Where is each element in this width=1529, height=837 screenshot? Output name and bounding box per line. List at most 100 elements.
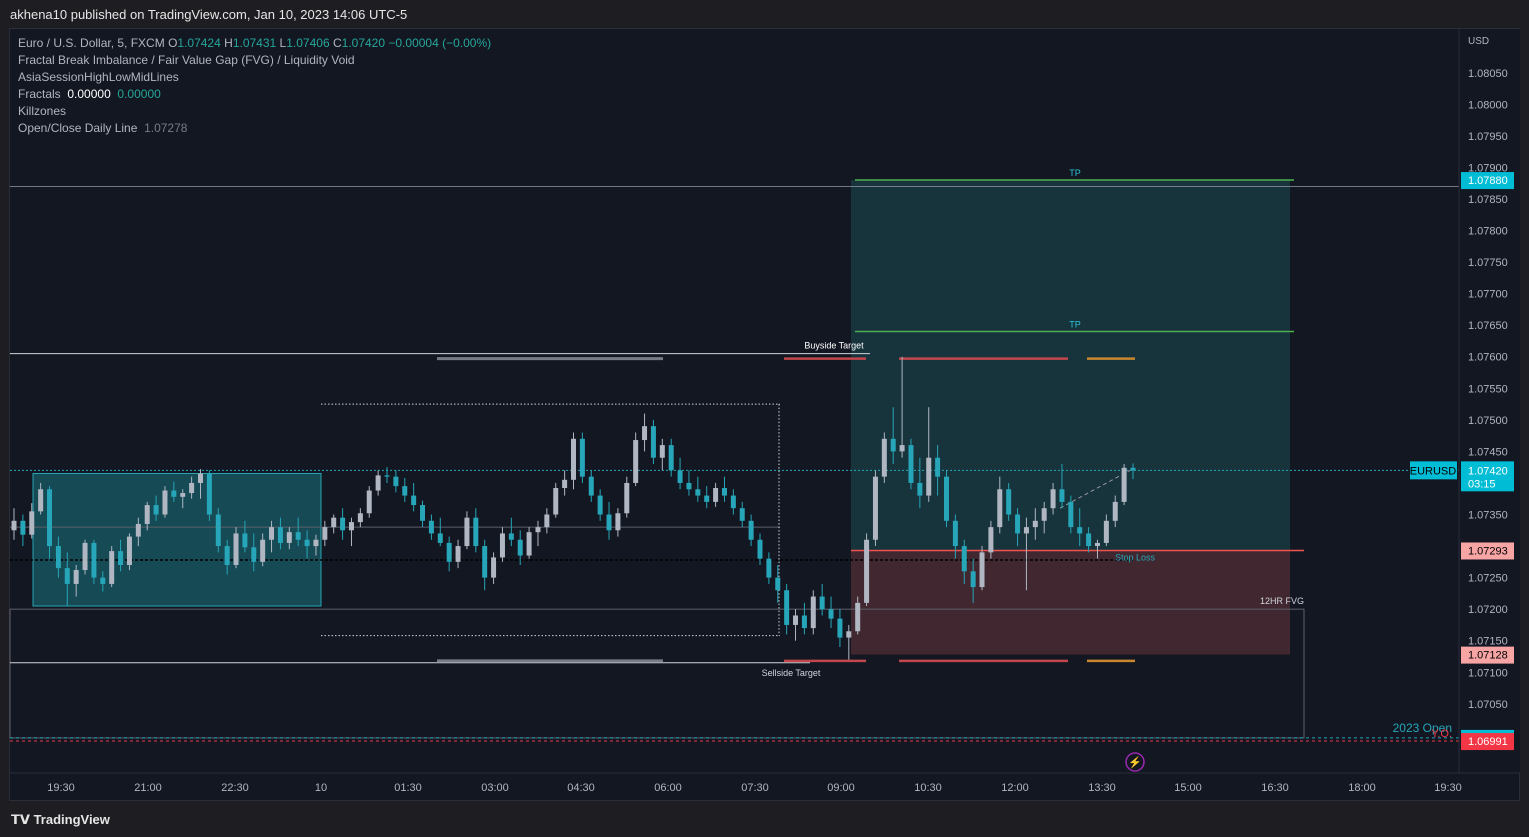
time-tick-label: 12:00 (1001, 782, 1029, 794)
candle-body (1041, 508, 1047, 521)
candle-body (286, 532, 292, 543)
time-tick-label: 21:00 (134, 782, 162, 794)
candle-body (562, 479, 568, 489)
indicator-row-daily-line[interactable]: Open/Close Daily Line 1.07278 (18, 120, 491, 137)
candle-body (295, 532, 301, 540)
candle-body (872, 476, 878, 540)
candle-body (411, 495, 417, 506)
candle-body (482, 546, 488, 578)
candle-body (579, 438, 585, 477)
candle-body (144, 505, 150, 524)
indicator-row-killzones[interactable]: Killzones (18, 103, 491, 120)
year-open-label: Y.O. (1431, 728, 1452, 740)
symbol-row: Euro / U.S. Dollar, 5, FXCM O1.07424 H1.… (18, 35, 491, 52)
candle-body (828, 609, 834, 619)
ohlc-high-label: H (224, 36, 233, 50)
candle-body (1103, 520, 1109, 543)
tradingview-logo[interactable]: 𝗧𝗩 TradingView (11, 812, 110, 828)
candle-body (313, 539, 319, 547)
candle-body (1023, 527, 1029, 534)
candle-body (659, 445, 665, 458)
candle-body (526, 532, 532, 556)
candle-body (917, 482, 923, 496)
candle-body (402, 486, 408, 496)
candle-body (473, 517, 479, 547)
candle-body (251, 547, 257, 562)
candle-body (242, 533, 248, 548)
candle-body (455, 546, 461, 562)
price-tag-label: 1.07128 (1468, 650, 1508, 662)
indicator-fvg-label: Fractal Break Imbalance / Fair Value Gap… (18, 53, 355, 67)
price-tick-label: 1.07250 (1468, 573, 1508, 585)
candle-body (153, 505, 159, 515)
time-tick-label: 06:00 (654, 782, 682, 794)
candle-body (650, 426, 656, 458)
candle-body (55, 546, 61, 569)
candle-body (1086, 533, 1092, 547)
price-tick-label: 1.07800 (1468, 226, 1508, 238)
price-tick-label: 1.07050 (1468, 699, 1508, 711)
candle-body (64, 568, 70, 584)
indicator-asia-label: AsiaSessionHighLowMidLines (18, 70, 179, 84)
candle-body (1077, 527, 1083, 534)
price-tick-label: 1.07700 (1468, 289, 1508, 301)
time-tick-label: 15:00 (1174, 782, 1202, 794)
candle-body (535, 527, 541, 533)
chart-legend: Euro / U.S. Dollar, 5, FXCM O1.07424 H1.… (18, 35, 491, 137)
candle-body (704, 495, 710, 502)
fvg-label: 12HR FVG (1260, 596, 1304, 606)
candle-body (997, 489, 1003, 528)
candle-body (846, 631, 852, 638)
candle-body (420, 505, 426, 521)
footer: 𝗧𝗩 TradingView (0, 801, 1529, 837)
candle-body (952, 520, 958, 547)
candle-body (135, 523, 141, 537)
tp-upper-label: TP (1069, 168, 1081, 178)
ohlc-open-label: O (168, 36, 178, 50)
symbol-title[interactable]: Euro / U.S. Dollar, 5, FXCM (18, 36, 165, 50)
candle-body (1094, 542, 1100, 547)
indicator-row-fvg[interactable]: Fractal Break Imbalance / Fair Value Gap… (18, 52, 491, 69)
candle-body (206, 473, 212, 515)
price-tick-label: 1.07350 (1468, 510, 1508, 522)
buyside-target-label: Buyside Target (804, 341, 864, 351)
candle-body (189, 482, 195, 494)
candle-body (100, 577, 106, 584)
candle-body (1121, 467, 1127, 502)
candle-body (935, 457, 941, 477)
candle-body (109, 551, 115, 584)
candle-body (881, 438, 887, 477)
candle-body (1059, 489, 1065, 502)
price-tag-label: 1.07880 (1468, 175, 1508, 187)
candle-body (304, 539, 310, 547)
candle-body (162, 490, 168, 515)
indicator-fractals-label: Fractals (18, 87, 61, 101)
candle-body (606, 514, 612, 531)
indicator-row-asia[interactable]: AsiaSessionHighLowMidLines (18, 69, 491, 86)
candle-body (464, 517, 470, 547)
candle-body (269, 527, 275, 540)
candle-body (801, 615, 807, 629)
candle-body (597, 495, 603, 515)
time-tick-label: 13:30 (1088, 782, 1116, 794)
price-tag-label: 1.07293 (1468, 545, 1508, 557)
indicator-row-fractals[interactable]: Fractals 0.00000 0.00000 (18, 86, 491, 103)
indicator-daily-line-label: Open/Close Daily Line (18, 121, 138, 135)
time-tick-label: 01:30 (394, 782, 422, 794)
candle-body (1050, 489, 1056, 509)
candle-body (695, 489, 701, 496)
price-tick-label: 1.07550 (1468, 383, 1508, 395)
ohlc-open: 1.07424 (177, 36, 221, 50)
candle-body (118, 551, 124, 565)
price-tick-label: 1.07750 (1468, 257, 1508, 269)
candle-body (721, 488, 727, 496)
candle-body (384, 475, 390, 477)
candle-body (126, 536, 132, 565)
candle-body (890, 438, 896, 452)
candle-body (348, 522, 354, 531)
candle-body (633, 440, 639, 483)
candle-body (393, 476, 399, 487)
candle-body (553, 488, 559, 515)
current-price-value: 1.07420 (1468, 465, 1508, 477)
candle-body (375, 475, 381, 491)
